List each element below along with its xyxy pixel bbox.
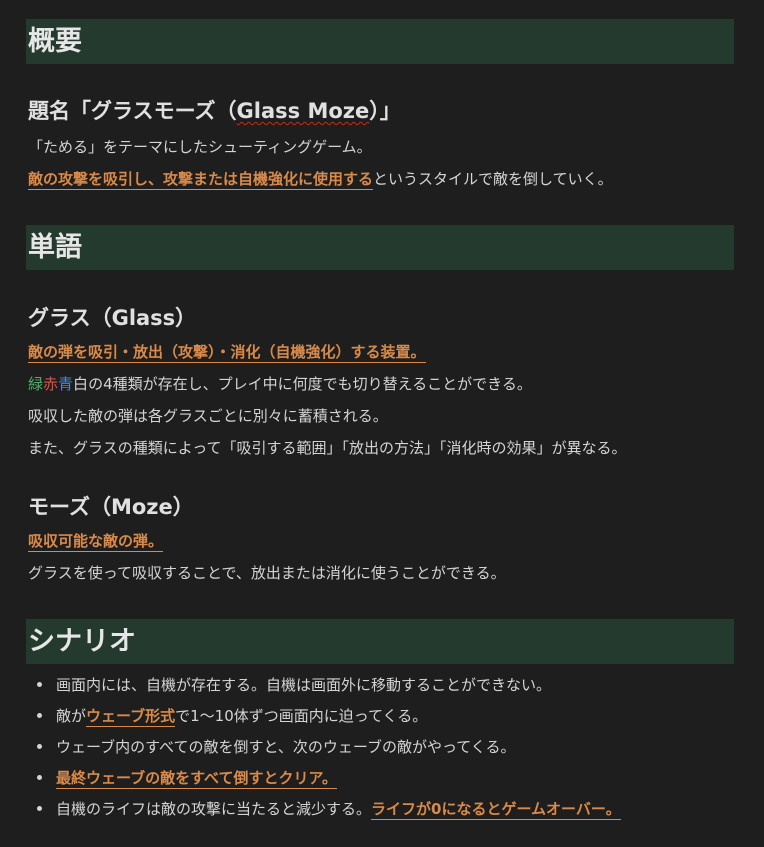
color-green-word: 緑 — [28, 375, 44, 393]
title-suffix: ）」 — [369, 99, 401, 123]
heading-words: 単語 — [26, 225, 734, 270]
glass-title: グラス（Glass） — [28, 306, 197, 330]
scenario-item-2-pre: 敵が — [56, 707, 87, 725]
scenario-item-4-highlight: 最終ウェーブの敵をすべて倒すとクリア。 — [56, 769, 337, 789]
overview-line-2-rest: というスタイルで敵を倒していく。 — [373, 170, 613, 188]
list-item: ウェーブ内のすべての敵を倒すと、次のウェーブの敵がやってくる。 — [28, 734, 728, 765]
scenario-item-5-highlight: ライフが0になるとゲームオーバー。 — [371, 800, 621, 820]
scenario-item-2-post: で1〜10体ずつ画面内に迫ってくる。 — [175, 707, 428, 725]
moze-highlight: 吸収可能な敵の弾。 — [28, 532, 164, 552]
heading-overview: 概要 — [26, 19, 734, 64]
color-red-word: 赤 — [43, 375, 59, 393]
scenario-item-5-pre: 自機のライフは敵の攻撃に当たると減少する。 — [56, 800, 372, 818]
color-white-word: 白 — [73, 375, 89, 393]
moze-definition: 吸収可能な敵の弾。 — [28, 530, 164, 552]
title-heading: 題名「グラスモーズ（Glass Moze）」 — [28, 95, 401, 125]
glass-line-2: 吸収した敵の弾は各グラスごとに別々に蓄積される。 — [28, 407, 388, 425]
scenario-item-3: ウェーブ内のすべての敵を倒すと、次のウェーブの敵がやってくる。 — [56, 738, 516, 756]
scenario-item-2-highlight: ウェーブ形式 — [86, 707, 176, 727]
glass-line-3: また、グラスの種類によって「吸引する範囲」「放出の方法」「消化時の効果」が異なる… — [28, 439, 627, 457]
heading-scenario: シナリオ — [26, 619, 734, 664]
scenario-item-1: 画面内には、自機が存在する。自機は画面外に移動することができない。 — [56, 676, 552, 694]
overview-line-2: 敵の攻撃を吸引し、攻撃または自機強化に使用するというスタイルで敵を倒していく。 — [28, 168, 613, 190]
glass-line-1: 緑赤青白の4種類が存在し、プレイ中に何度でも切り替えることができる。 — [28, 373, 532, 394]
document: 概要 題名「グラスモーズ（Glass Moze）」 「ためる」をテーマにしたシュ… — [0, 0, 764, 847]
glass-definition: 敵の弾を吸引・放出（攻撃）・消化（自機強化）する装置。 — [28, 341, 426, 363]
title-prefix: 題名「グラスモーズ（ — [28, 99, 237, 123]
glass-highlight: 敵の弾を吸引・放出（攻撃）・消化（自機強化）する装置。 — [28, 343, 426, 363]
title-spellcheck-word[interactable]: Glass Moze — [237, 99, 370, 123]
list-item: 敵がウェーブ形式で1〜10体ずつ画面内に迫ってくる。 — [28, 703, 728, 734]
overview-line-1: 「ためる」をテーマにしたシューティングゲーム。 — [28, 138, 372, 156]
glass-line-1-rest: の4種類が存在し、プレイ中に何度でも切り替えることができる。 — [88, 375, 532, 393]
moze-line-1: グラスを使って吸収することで、放出または消化に使うことができる。 — [28, 564, 506, 582]
color-blue-word: 青 — [58, 375, 74, 393]
moze-title: モーズ（Moze） — [28, 495, 194, 519]
overview-highlight: 敵の攻撃を吸引し、攻撃または自機強化に使用する — [28, 170, 374, 190]
list-item: 画面内には、自機が存在する。自機は画面外に移動することができない。 — [28, 672, 728, 703]
scenario-list: 画面内には、自機が存在する。自機は画面外に移動することができない。 敵がウェーブ… — [28, 672, 728, 827]
list-item: 最終ウェーブの敵をすべて倒すとクリア。 — [28, 765, 728, 796]
list-item: 自機のライフは敵の攻撃に当たると減少する。ライフが0になるとゲームオーバー。 — [28, 796, 728, 827]
